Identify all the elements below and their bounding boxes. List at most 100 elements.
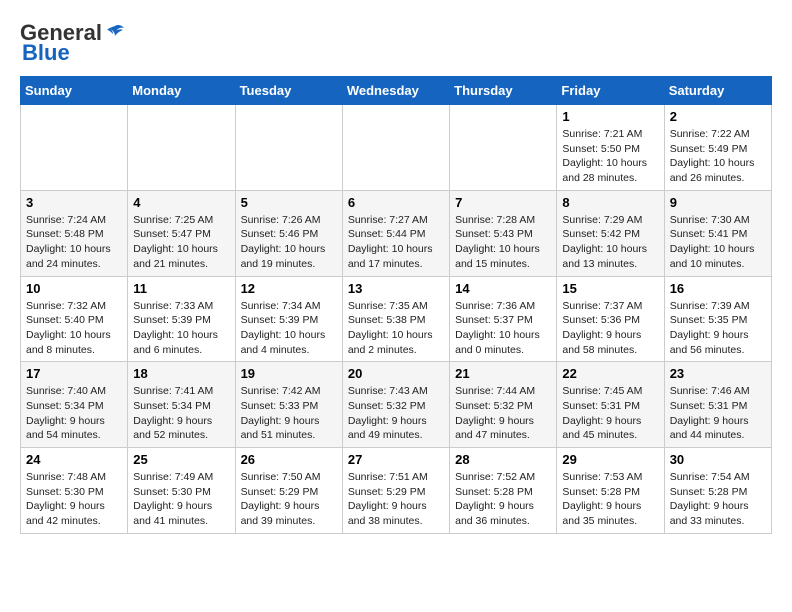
day-number: 24 <box>26 452 122 467</box>
day-cell-22: 22 Sunrise: 7:45 AM Sunset: 5:31 PM Dayli… <box>557 362 664 448</box>
day-number: 6 <box>348 195 444 210</box>
day-number: 20 <box>348 366 444 381</box>
weekday-header-wednesday: Wednesday <box>342 77 449 105</box>
day-number: 18 <box>133 366 229 381</box>
day-info: Sunrise: 7:44 AM Sunset: 5:32 PM Dayligh… <box>455 384 551 443</box>
day-info: Sunrise: 7:22 AM Sunset: 5:49 PM Dayligh… <box>670 127 766 186</box>
day-info: Sunrise: 7:40 AM Sunset: 5:34 PM Dayligh… <box>26 384 122 443</box>
day-info: Sunrise: 7:48 AM Sunset: 5:30 PM Dayligh… <box>26 470 122 529</box>
empty-cell <box>342 105 449 191</box>
weekday-header-tuesday: Tuesday <box>235 77 342 105</box>
logo-bird-icon <box>104 22 126 44</box>
day-info: Sunrise: 7:45 AM Sunset: 5:31 PM Dayligh… <box>562 384 658 443</box>
empty-cell <box>21 105 128 191</box>
day-number: 9 <box>670 195 766 210</box>
day-cell-1: 1 Sunrise: 7:21 AM Sunset: 5:50 PM Daylig… <box>557 105 664 191</box>
day-cell-11: 11 Sunrise: 7:33 AM Sunset: 5:39 PM Dayli… <box>128 276 235 362</box>
day-number: 19 <box>241 366 337 381</box>
weekday-header-monday: Monday <box>128 77 235 105</box>
day-number: 22 <box>562 366 658 381</box>
day-info: Sunrise: 7:21 AM Sunset: 5:50 PM Dayligh… <box>562 127 658 186</box>
day-info: Sunrise: 7:46 AM Sunset: 5:31 PM Dayligh… <box>670 384 766 443</box>
day-cell-29: 29 Sunrise: 7:53 AM Sunset: 5:28 PM Dayli… <box>557 448 664 534</box>
day-cell-23: 23 Sunrise: 7:46 AM Sunset: 5:31 PM Dayli… <box>664 362 771 448</box>
day-cell-14: 14 Sunrise: 7:36 AM Sunset: 5:37 PM Dayli… <box>450 276 557 362</box>
day-cell-16: 16 Sunrise: 7:39 AM Sunset: 5:35 PM Dayli… <box>664 276 771 362</box>
weekday-header-saturday: Saturday <box>664 77 771 105</box>
day-number: 1 <box>562 109 658 124</box>
day-info: Sunrise: 7:51 AM Sunset: 5:29 PM Dayligh… <box>348 470 444 529</box>
day-info: Sunrise: 7:53 AM Sunset: 5:28 PM Dayligh… <box>562 470 658 529</box>
day-info: Sunrise: 7:52 AM Sunset: 5:28 PM Dayligh… <box>455 470 551 529</box>
week-row-2: 3 Sunrise: 7:24 AM Sunset: 5:48 PM Daylig… <box>21 190 772 276</box>
day-cell-17: 17 Sunrise: 7:40 AM Sunset: 5:34 PM Dayli… <box>21 362 128 448</box>
day-cell-18: 18 Sunrise: 7:41 AM Sunset: 5:34 PM Dayli… <box>128 362 235 448</box>
day-info: Sunrise: 7:49 AM Sunset: 5:30 PM Dayligh… <box>133 470 229 529</box>
day-cell-5: 5Sunrise: 7:26 AM Sunset: 5:46 PM Daylig… <box>235 190 342 276</box>
weekday-header-thursday: Thursday <box>450 77 557 105</box>
day-cell-25: 25 Sunrise: 7:49 AM Sunset: 5:30 PM Dayli… <box>128 448 235 534</box>
day-number: 4 <box>133 195 229 210</box>
day-number: 27 <box>348 452 444 467</box>
day-cell-8: 8 Sunrise: 7:29 AM Sunset: 5:42 PM Daylig… <box>557 190 664 276</box>
week-row-5: 24 Sunrise: 7:48 AM Sunset: 5:30 PM Dayli… <box>21 448 772 534</box>
day-info: Sunrise: 7:25 AM Sunset: 5:47 PM Dayligh… <box>133 213 229 272</box>
day-cell-19: 19 Sunrise: 7:42 AM Sunset: 5:33 PM Dayli… <box>235 362 342 448</box>
day-info: Sunrise: 7:24 AM Sunset: 5:48 PM Dayligh… <box>26 213 122 272</box>
week-row-1: 1 Sunrise: 7:21 AM Sunset: 5:50 PM Daylig… <box>21 105 772 191</box>
day-info: Sunrise: 7:41 AM Sunset: 5:34 PM Dayligh… <box>133 384 229 443</box>
week-row-4: 17 Sunrise: 7:40 AM Sunset: 5:34 PM Dayli… <box>21 362 772 448</box>
day-number: 26 <box>241 452 337 467</box>
weekday-header-row: SundayMondayTuesdayWednesdayThursdayFrid… <box>21 77 772 105</box>
day-info: Sunrise: 7:35 AM Sunset: 5:38 PM Dayligh… <box>348 299 444 358</box>
day-info: Sunrise: 7:34 AM Sunset: 5:39 PM Dayligh… <box>241 299 337 358</box>
day-info: Sunrise: 7:43 AM Sunset: 5:32 PM Dayligh… <box>348 384 444 443</box>
day-number: 23 <box>670 366 766 381</box>
day-number: 8 <box>562 195 658 210</box>
day-number: 16 <box>670 281 766 296</box>
day-info: Sunrise: 7:36 AM Sunset: 5:37 PM Dayligh… <box>455 299 551 358</box>
day-number: 17 <box>26 366 122 381</box>
day-cell-7: 7Sunrise: 7:28 AM Sunset: 5:43 PM Daylig… <box>450 190 557 276</box>
week-row-3: 10Sunrise: 7:32 AM Sunset: 5:40 PM Dayli… <box>21 276 772 362</box>
day-cell-15: 15 Sunrise: 7:37 AM Sunset: 5:36 PM Dayli… <box>557 276 664 362</box>
logo: General Blue <box>20 20 126 66</box>
day-cell-2: 2 Sunrise: 7:22 AM Sunset: 5:49 PM Daylig… <box>664 105 771 191</box>
day-number: 13 <box>348 281 444 296</box>
day-info: Sunrise: 7:29 AM Sunset: 5:42 PM Dayligh… <box>562 213 658 272</box>
calendar-table: SundayMondayTuesdayWednesdayThursdayFrid… <box>20 76 772 534</box>
day-cell-6: 6Sunrise: 7:27 AM Sunset: 5:44 PM Daylig… <box>342 190 449 276</box>
day-info: Sunrise: 7:50 AM Sunset: 5:29 PM Dayligh… <box>241 470 337 529</box>
day-cell-3: 3 Sunrise: 7:24 AM Sunset: 5:48 PM Daylig… <box>21 190 128 276</box>
page-header: General Blue <box>20 20 772 66</box>
day-number: 11 <box>133 281 229 296</box>
day-info: Sunrise: 7:30 AM Sunset: 5:41 PM Dayligh… <box>670 213 766 272</box>
day-number: 3 <box>26 195 122 210</box>
day-info: Sunrise: 7:54 AM Sunset: 5:28 PM Dayligh… <box>670 470 766 529</box>
day-cell-4: 4 Sunrise: 7:25 AM Sunset: 5:47 PM Daylig… <box>128 190 235 276</box>
day-number: 2 <box>670 109 766 124</box>
day-number: 25 <box>133 452 229 467</box>
day-number: 29 <box>562 452 658 467</box>
day-cell-21: 21 Sunrise: 7:44 AM Sunset: 5:32 PM Dayli… <box>450 362 557 448</box>
day-number: 10 <box>26 281 122 296</box>
day-cell-26: 26 Sunrise: 7:50 AM Sunset: 5:29 PM Dayli… <box>235 448 342 534</box>
day-cell-30: 30Sunrise: 7:54 AM Sunset: 5:28 PM Dayli… <box>664 448 771 534</box>
day-number: 21 <box>455 366 551 381</box>
day-info: Sunrise: 7:39 AM Sunset: 5:35 PM Dayligh… <box>670 299 766 358</box>
empty-cell <box>450 105 557 191</box>
day-info: Sunrise: 7:37 AM Sunset: 5:36 PM Dayligh… <box>562 299 658 358</box>
day-number: 15 <box>562 281 658 296</box>
day-info: Sunrise: 7:33 AM Sunset: 5:39 PM Dayligh… <box>133 299 229 358</box>
day-cell-24: 24 Sunrise: 7:48 AM Sunset: 5:30 PM Dayli… <box>21 448 128 534</box>
day-info: Sunrise: 7:28 AM Sunset: 5:43 PM Dayligh… <box>455 213 551 272</box>
empty-cell <box>128 105 235 191</box>
weekday-header-friday: Friday <box>557 77 664 105</box>
day-number: 12 <box>241 281 337 296</box>
day-number: 14 <box>455 281 551 296</box>
day-cell-28: 28Sunrise: 7:52 AM Sunset: 5:28 PM Dayli… <box>450 448 557 534</box>
day-info: Sunrise: 7:42 AM Sunset: 5:33 PM Dayligh… <box>241 384 337 443</box>
logo-blue: Blue <box>22 40 70 66</box>
day-cell-27: 27 Sunrise: 7:51 AM Sunset: 5:29 PM Dayli… <box>342 448 449 534</box>
day-cell-13: 13 Sunrise: 7:35 AM Sunset: 5:38 PM Dayli… <box>342 276 449 362</box>
